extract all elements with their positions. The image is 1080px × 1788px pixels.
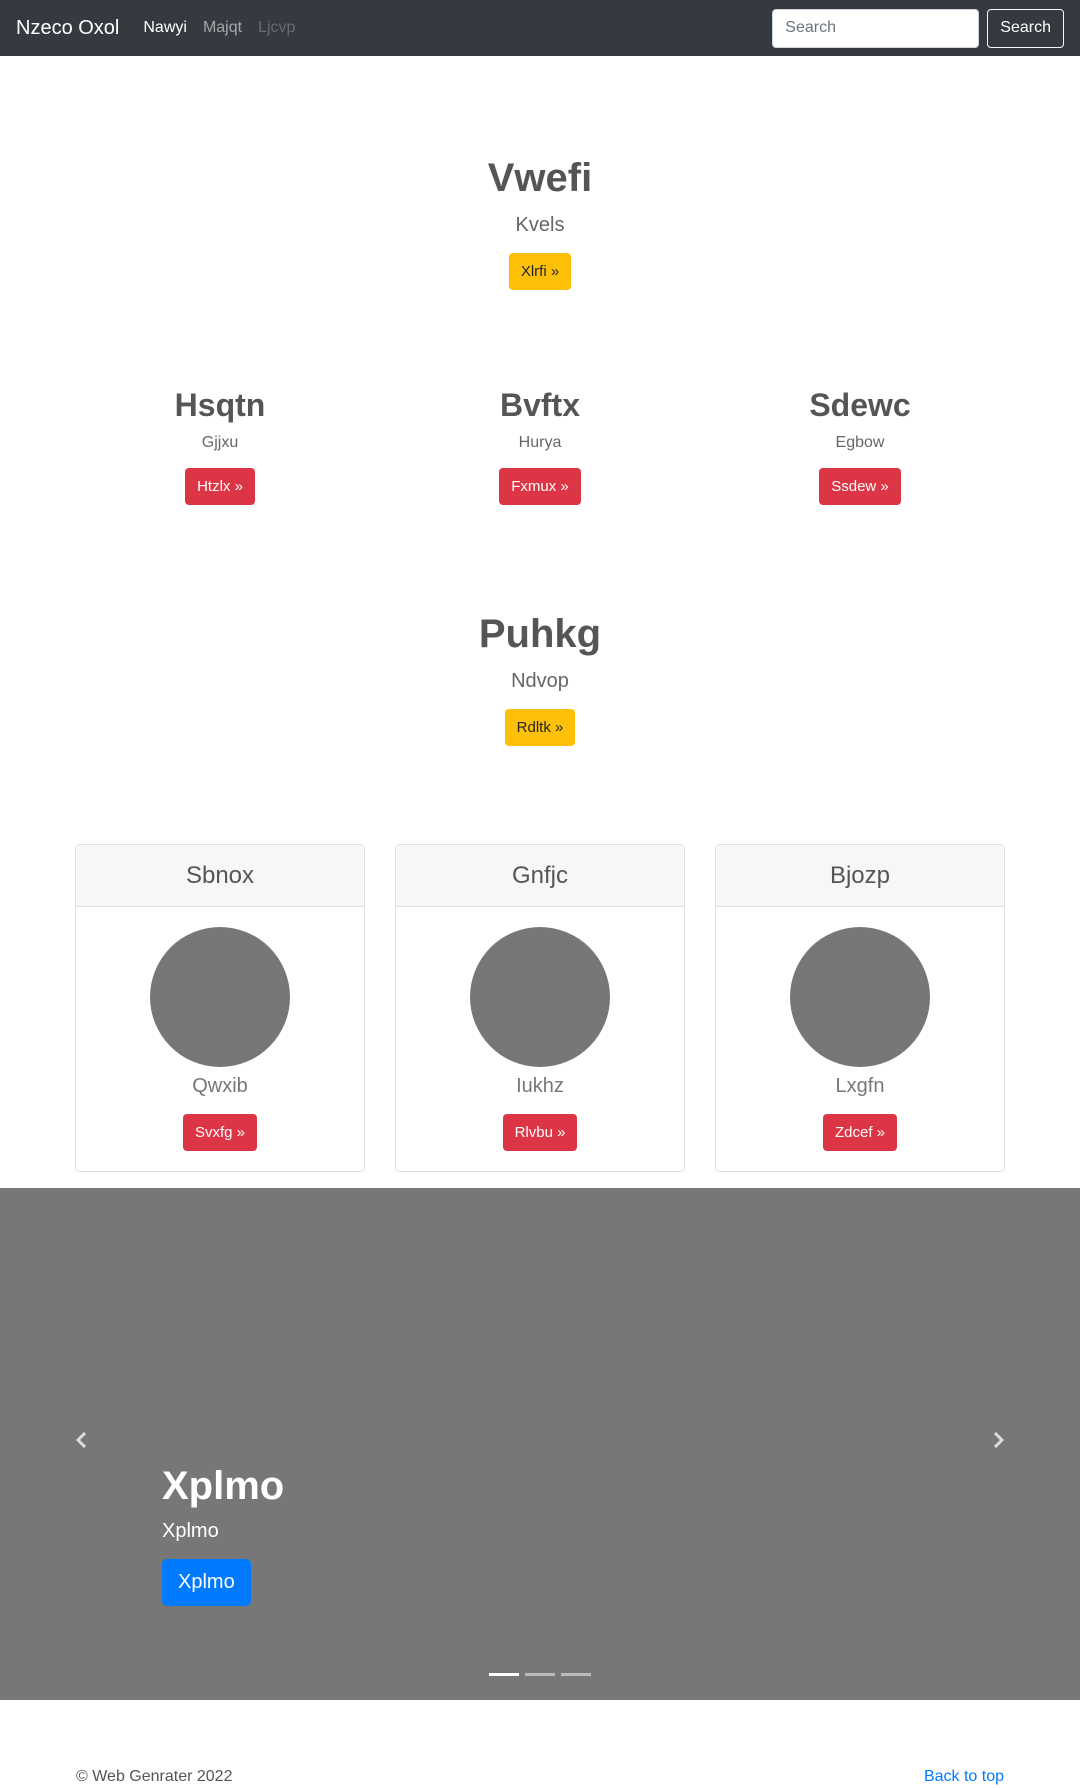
hero-2-title: Puhkg: [478, 612, 602, 656]
card-2-avatar: [470, 927, 610, 1067]
carousel-caption: Xplmo Xplmo Xplmo: [162, 1462, 284, 1606]
feature-1-button[interactable]: Htzlx »: [185, 468, 255, 506]
navbar: Nzeco Oxol Nawyi Majqt Ljcvp Search: [0, 0, 1080, 56]
carousel-subtitle: Xplmo: [162, 1520, 219, 1542]
card-3-header: Bjozp: [716, 845, 1004, 907]
feature-column-1: Hsqtn Gjjxu Htzlx »: [60, 386, 380, 506]
feature-columns: Hsqtn Gjjxu Htzlx » Bvftx Hurya Fxmux » …: [0, 386, 1080, 516]
card-1-avatar: [150, 927, 290, 1067]
carousel-button[interactable]: Xplmo: [162, 1559, 251, 1606]
card-2-button[interactable]: Rlvbu »: [502, 1114, 578, 1151]
card-3-text: Lxgfn: [835, 1075, 885, 1097]
hero-1-lead: Kvels: [515, 214, 565, 236]
search-input[interactable]: [772, 8, 980, 48]
feature-2-text: Hurya: [518, 434, 562, 452]
search-button[interactable]: Search: [987, 8, 1064, 48]
carousel-indicator-2[interactable]: [525, 1673, 555, 1676]
feature-3-text: Egbow: [835, 434, 885, 452]
card-2-text: Iukhz: [516, 1075, 564, 1097]
card-2: Gnfjc Iukhz Rlvbu »: [395, 844, 685, 1172]
card-3-avatar: [790, 927, 930, 1067]
card-3: Bjozp Lxgfn Zdcef »: [715, 844, 1005, 1172]
chevron-left-icon[interactable]: [67, 1426, 97, 1456]
carousel-indicator-3[interactable]: [561, 1673, 591, 1676]
card-3-button[interactable]: Zdcef »: [822, 1114, 898, 1151]
nav-link-2[interactable]: Majqt: [203, 19, 242, 37]
hero-section-2: Puhkg Ndvop Rdltk »: [0, 610, 1080, 746]
hero-2-button[interactable]: Rdltk »: [504, 709, 576, 746]
chevron-right-icon[interactable]: [983, 1426, 1013, 1456]
feature-2-title: Bvftx: [499, 387, 580, 423]
nav-link-3: Ljcvp: [258, 19, 296, 36]
carousel-title: Xplmo: [162, 1464, 285, 1508]
card-1: Sbnox Qwxib Svxfg »: [75, 844, 365, 1172]
carousel-indicators: [0, 1673, 1080, 1676]
footer: © Web Genrater 2022 Back to top: [0, 1764, 1080, 1788]
feature-3-title: Sdewc: [809, 387, 911, 423]
footer-copyright: © Web Genrater 2022: [76, 1768, 233, 1785]
hero-section-1: Vwefi Kvels Xlrfi »: [0, 154, 1080, 290]
card-1-button[interactable]: Svxfg »: [182, 1114, 258, 1151]
feature-3-button[interactable]: Ssdew »: [819, 468, 901, 506]
card-2-header: Gnfjc: [396, 845, 684, 907]
hero-1-title: Vwefi: [487, 156, 593, 200]
carousel-indicator-1[interactable]: [489, 1673, 519, 1676]
card-1-text: Qwxib: [192, 1075, 248, 1097]
hero-1-button[interactable]: Xlrfi »: [508, 253, 572, 290]
feature-2-button[interactable]: Fxmux »: [499, 468, 581, 506]
navbar-brand[interactable]: Nzeco Oxol: [16, 17, 119, 40]
carousel: Xplmo Xplmo Xplmo: [0, 1188, 1080, 1700]
back-to-top-link[interactable]: Back to top: [924, 1768, 1004, 1786]
hero-2-lead: Ndvop: [511, 670, 569, 692]
nav-link-1[interactable]: Nawyi: [143, 19, 187, 37]
card-1-header: Sbnox: [76, 845, 364, 907]
feature-column-2: Bvftx Hurya Fxmux »: [380, 386, 700, 506]
feature-column-3: Sdewc Egbow Ssdew »: [700, 386, 1020, 506]
feature-1-text: Gjjxu: [201, 434, 239, 452]
feature-1-title: Hsqtn: [174, 387, 266, 423]
